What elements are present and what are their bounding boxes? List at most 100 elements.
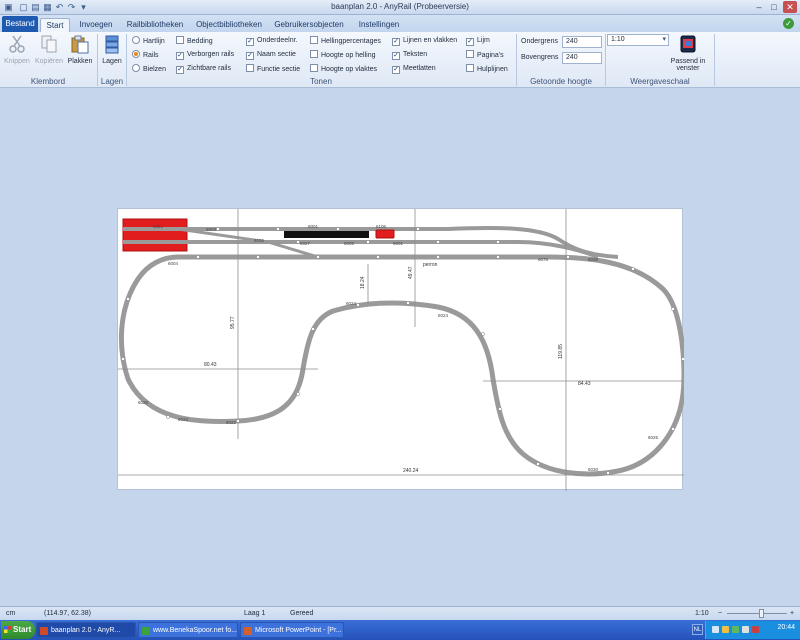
layout-sheet[interactable]: 240.24 80.43 84.43 95.77 119.85 18.24 49…	[117, 208, 687, 494]
fit-to-window-button[interactable]: Passend in venster	[668, 34, 708, 72]
tray-security-icon[interactable]	[722, 626, 729, 633]
train-block[interactable]	[375, 229, 395, 239]
checkbox-functie-sectie[interactable]: Functie sectie	[246, 64, 300, 75]
lower-bound-input[interactable]: 240	[562, 36, 602, 48]
checkbox-icon	[310, 36, 318, 44]
checkbox-hoogte-op-vlaktes[interactable]: Hoogte op vlaktes	[310, 64, 377, 75]
group-tonen-label: Tonen	[310, 77, 332, 86]
tab-bestand[interactable]: Bestand	[2, 16, 38, 32]
start-button[interactable]: Start	[1, 621, 35, 639]
track-plan[interactable]: 240.24 80.43 84.43 95.77 119.85 18.24 49…	[118, 209, 687, 494]
platform-block[interactable]	[284, 231, 369, 238]
rail-code: 6106	[376, 224, 387, 229]
checkbox-hoogte-op-helling[interactable]: Hoogte op helling	[310, 50, 376, 61]
radio-hartlijn[interactable]: Hartlijn	[132, 36, 165, 47]
tray-network-icon[interactable]	[712, 626, 719, 633]
tab-instellingen[interactable]: Instellingen	[354, 18, 404, 32]
rail-code: 6006	[254, 238, 265, 243]
task-anyrail[interactable]: baanplan 2.0 - AnyR...	[36, 622, 136, 638]
checkbox-label: Onderdeelnr.	[257, 37, 298, 44]
group-getoonde-hoogte-label: Getoonde hoogte	[530, 77, 592, 86]
checkbox-hellingpercentages[interactable]: Hellingpercentages	[310, 36, 381, 47]
checkbox-paginas[interactable]: Pagina's	[466, 50, 504, 61]
radio-icon	[132, 64, 140, 72]
tab-gebruikersobjecten[interactable]: Gebruikersobjecten	[272, 18, 346, 32]
dim-left-inner: 80.43	[204, 362, 217, 368]
ribbon-tabs: Bestand Start Invoegen Railbibliotheken …	[0, 15, 800, 32]
tab-railbibliotheken[interactable]: Railbibliotheken	[122, 18, 188, 32]
checkbox-icon	[246, 64, 254, 72]
tab-objectbibliotheken[interactable]: Objectbibliotheken	[192, 18, 266, 32]
zoom-in-icon[interactable]: +	[790, 607, 794, 620]
tray-volume-icon[interactable]	[742, 626, 749, 633]
help-icon[interactable]: ✓	[783, 18, 794, 29]
zoom-slider-thumb[interactable]	[759, 609, 764, 618]
task-powerpoint[interactable]: Microsoft PowerPoint - [Pr...	[240, 622, 344, 638]
powerpoint-app-icon	[244, 627, 252, 635]
minimize-button[interactable]: –	[752, 1, 766, 13]
checkbox-naam-sectie[interactable]: ✓ Naam sectie	[246, 50, 296, 61]
layers-button[interactable]: Lagen	[100, 34, 124, 65]
checkbox-icon	[176, 36, 184, 44]
checkbox-verborgen-rails[interactable]: ✓ Verborgen rails	[176, 50, 234, 61]
checkbox-meetlatten[interactable]: ✓ Meetlatten	[392, 64, 436, 75]
start-label: Start	[13, 625, 32, 634]
group-klembord-label: Klembord	[30, 77, 66, 86]
chevron-down-icon: ▾	[662, 36, 666, 43]
checkbox-checked-icon: ✓	[466, 38, 474, 46]
dim-center-gap2: 49.47	[408, 266, 414, 279]
anyrail-app-icon	[40, 627, 48, 635]
tab-start[interactable]: Start	[40, 18, 70, 32]
rail-code: 6027	[300, 241, 311, 246]
checkbox-lijm[interactable]: ✓ Lijm	[466, 36, 490, 47]
radio-rails[interactable]: Rails	[132, 50, 159, 61]
layers-icon	[105, 35, 119, 54]
checkbox-lijnen-en-vlakken[interactable]: ✓ Lijnen en vlakken	[392, 36, 457, 47]
rail-code: 6003	[206, 227, 217, 232]
dim-right-inner: 84.43	[578, 381, 591, 387]
task-label: Microsoft PowerPoint - [Pr...	[255, 627, 342, 634]
coords-readout: (114.97, 62.38)	[44, 610, 91, 617]
ribbon: Knippen Kopiëren Plakken Klembord Lagen …	[0, 32, 800, 88]
checkbox-bedding[interactable]: Bedding	[176, 36, 213, 47]
checkbox-label: Meetlatten	[403, 65, 436, 72]
tray-antivirus-icon[interactable]	[752, 626, 759, 633]
checkbox-label: Bedding	[187, 38, 213, 45]
maximize-button[interactable]: □	[767, 1, 781, 13]
task-browser[interactable]: www.BenekaSpoor.net fo...	[138, 622, 238, 638]
checkbox-label: Naam sectie	[257, 51, 296, 58]
checkbox-label: Teksten	[403, 51, 428, 58]
scale-select[interactable]: 1:10 ▾	[607, 34, 669, 46]
language-indicator[interactable]: NL	[692, 624, 703, 635]
windows-logo-icon	[4, 626, 11, 633]
checkbox-checked-icon: ✓	[392, 66, 400, 74]
upper-bound-input[interactable]: 240	[562, 52, 602, 64]
dim-width-total: 240.24	[403, 468, 419, 474]
cut-button[interactable]: Knippen	[3, 34, 31, 65]
zoom-out-icon[interactable]: −	[718, 607, 722, 620]
tray-update-icon[interactable]	[732, 626, 739, 633]
perron-label: perron	[423, 262, 438, 268]
radio-label: Hartlijn	[143, 38, 165, 45]
zoom-level: 1:10	[695, 610, 709, 617]
checkbox-label: Functie sectie	[257, 66, 301, 73]
dim-height-right: 119.85	[558, 344, 564, 359]
checkbox-icon	[466, 64, 474, 72]
checkbox-onderdeelnr[interactable]: ✓ Onderdeelnr.	[246, 36, 297, 47]
checkbox-checked-icon: ✓	[392, 52, 400, 60]
checkbox-zichtbare-rails[interactable]: ✓ Zichtbare rails	[176, 64, 231, 75]
radio-bielzen[interactable]: Bielzen	[132, 64, 166, 75]
copy-button[interactable]: Kopiëren	[34, 34, 64, 65]
tab-invoegen[interactable]: Invoegen	[74, 18, 118, 32]
checkbox-teksten[interactable]: ✓ Teksten	[392, 50, 427, 61]
paste-button[interactable]: Plakken	[66, 34, 94, 65]
zoom-slider-track[interactable]	[727, 613, 787, 614]
checkbox-hulplijnen[interactable]: Hulplijnen	[466, 64, 508, 75]
close-button[interactable]: ✕	[783, 1, 797, 13]
drawing-canvas[interactable]: 240.24 80.43 84.43 95.77 119.85 18.24 49…	[0, 88, 800, 606]
fit-label-line2: venster	[676, 65, 700, 72]
radio-label: Bielzen	[143, 66, 166, 73]
rail-code: 6021	[153, 224, 164, 229]
group-separator	[126, 34, 127, 86]
status-bar: cm (114.97, 62.38) Laag 1 Gereed 1:10 − …	[0, 606, 800, 620]
